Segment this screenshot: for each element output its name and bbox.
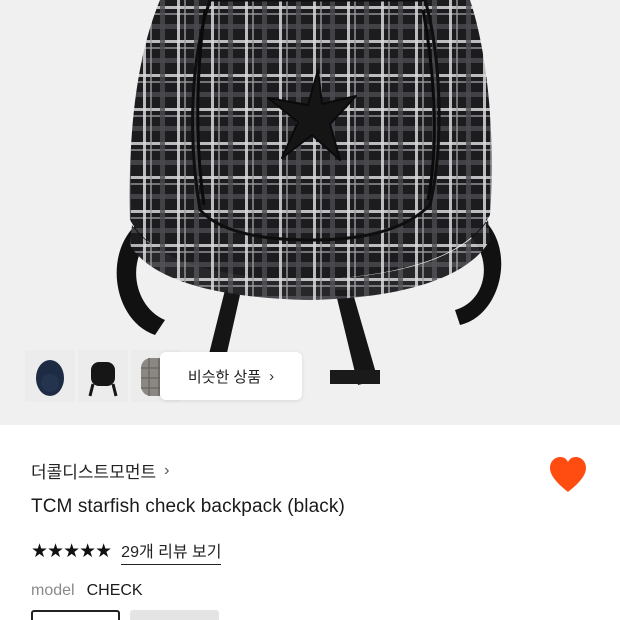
heart-icon[interactable] bbox=[548, 456, 588, 494]
option-row: model CHECK bbox=[31, 582, 143, 600]
product-image[interactable]: 비슷한 상품 › bbox=[0, 0, 620, 425]
thumbnail-navy-oval-backpack[interactable] bbox=[25, 350, 75, 402]
heart-shape bbox=[550, 457, 586, 492]
option-swatch[interactable] bbox=[130, 610, 219, 620]
thumbnail-strip bbox=[25, 350, 181, 402]
brand-name: 더콜디스트모먼트 bbox=[31, 463, 157, 482]
reviews-link[interactable]: 29개 리뷰 보기 bbox=[121, 538, 222, 565]
option-swatch-selected[interactable] bbox=[31, 610, 120, 620]
star-rating-icon: ★★★★★ bbox=[31, 541, 112, 562]
option-label: model bbox=[31, 582, 75, 599]
similar-products-button[interactable]: 비슷한 상품 › bbox=[160, 352, 302, 400]
chevron-right-icon: › bbox=[269, 367, 275, 385]
product-title: TCM starfish check backpack (black) bbox=[31, 496, 345, 517]
chevron-right-icon: › bbox=[164, 461, 170, 479]
brand-link[interactable]: 더콜디스트모먼트 › bbox=[31, 458, 169, 483]
similar-products-label: 비슷한 상품 bbox=[187, 368, 262, 386]
thumbnail-black-mini-backpack[interactable] bbox=[78, 350, 128, 402]
option-value: CHECK bbox=[86, 582, 143, 599]
rating-row: ★★★★★ 29개 리뷰 보기 bbox=[31, 538, 222, 565]
